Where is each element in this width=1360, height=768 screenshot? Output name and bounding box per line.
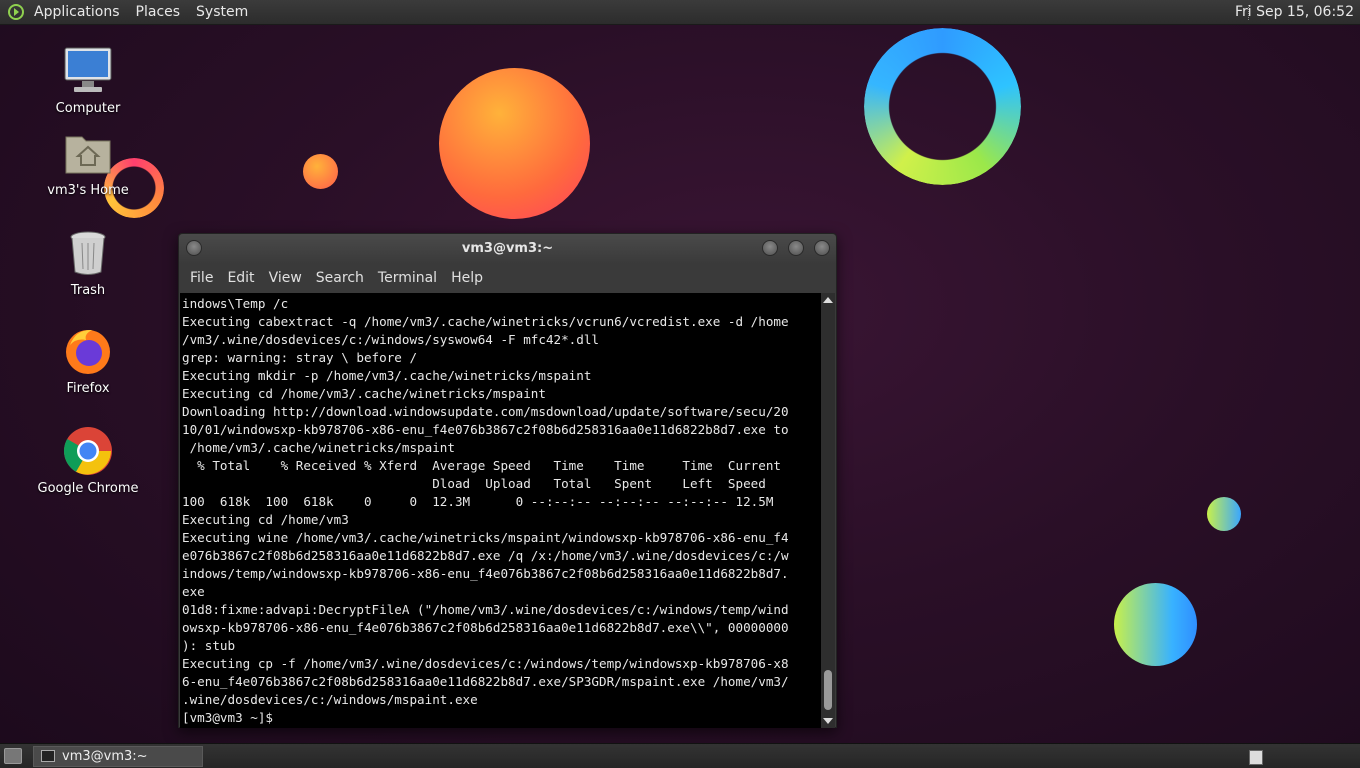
terminal-line: Executing wine /home/vm3/.cache/winetric… [182,530,789,545]
desktop-icon-computer[interactable]: Computer [33,45,143,116]
terminal-line: Executing cabextract -q /home/vm3/.cache… [182,314,789,329]
show-desktop-icon[interactable] [4,748,22,764]
terminal-line: Executing mkdir -p /home/vm3/.cache/wine… [182,368,592,383]
terminal-line: grep: warning: stray \ before / [182,350,418,365]
terminal-output[interactable]: indows\Temp /c Executing cabextract -q /h… [180,293,822,728]
desktop-icon-label: Firefox [66,381,110,396]
minimize-button[interactable] [762,240,778,256]
window-titlebar[interactable]: vm3@vm3:~ [179,234,836,264]
computer-icon [62,45,114,97]
terminal-line: /vm3/.wine/dosdevices/c:/windows/syswow6… [182,332,600,347]
terminal-line: Downloading http://download.windowsupdat… [182,404,789,419]
desktop-icon-chrome[interactable]: Google Chrome [33,425,143,496]
terminal-line: % Total % Received % Xferd Average Speed… [182,458,781,473]
places-menu[interactable]: Places [128,0,189,25]
terminal-line: 10/01/windowsxp-kb978706-x86-enu_f4e076b… [182,422,789,437]
scroll-up-arrow-icon[interactable] [823,297,833,303]
desktop-icon-label: vm3's Home [47,183,129,198]
bottom-panel: vm3@vm3:~ [0,743,1360,768]
terminal-line: Executing cd /home/vm3/.cache/winetricks… [182,386,546,401]
terminal-line: [vm3@vm3 ~]$ [182,710,281,725]
workspace-switcher[interactable] [1249,750,1263,765]
menu-view[interactable]: View [262,270,309,286]
terminal-line: e076b3867c2f08b6d258316aa0e11d6822b8d7.e… [182,548,789,563]
terminal-line: /home/vm3/.cache/winetricks/mspaint [182,440,455,455]
terminal-line: exe [182,584,205,599]
terminal-icon [41,750,55,762]
terminal-line: owsxp-kb978706-x86-enu_f4e076b3867c2f08b… [182,620,789,635]
clock[interactable]: Fri Sep 15, 06:52 [1235,0,1354,25]
wallpaper-orange-circle [439,68,590,219]
terminal-line: ): stub [182,638,236,653]
window-title: vm3@vm3:~ [461,241,554,256]
terminal-line: indows/temp/windowsxp-kb978706-x86-enu_f… [182,566,789,581]
wallpaper-green-blue-dot [1207,497,1241,531]
home-folder-icon [62,127,114,179]
wallpaper-small-orange-dot [303,154,338,189]
desktop-icon-label: Trash [70,283,106,298]
desktop-icon-label: Computer [55,101,121,116]
applications-menu[interactable]: Applications [26,0,128,25]
close-button[interactable] [814,240,830,256]
window-menubar: File Edit View Search Terminal Help [179,264,836,292]
desktop-icon-firefox[interactable]: Firefox [33,325,143,396]
terminal-line: Dload Upload Total Spent Left Speed [182,476,766,491]
terminal-line: Executing cp -f /home/vm3/.wine/dosdevic… [182,656,789,671]
terminal-line: Executing cd /home/vm3 [182,512,349,527]
menu-edit[interactable]: Edit [220,270,261,286]
system-menu[interactable]: System [188,0,256,25]
terminal-window[interactable]: vm3@vm3:~ File Edit View Search Terminal… [178,233,837,728]
wallpaper-green-blue-circle [1114,583,1197,666]
menu-search[interactable]: Search [309,270,371,286]
terminal-line: .wine/dosdevices/c:/windows/mspaint.exe [182,692,478,707]
terminal-scrollbar[interactable] [821,293,835,728]
desktop-icon-trash[interactable]: Trash [33,227,143,298]
taskbar-terminal-button[interactable]: vm3@vm3:~ [33,746,203,767]
firefox-icon [62,325,114,377]
trash-icon [62,227,114,279]
desktop-icon-home[interactable]: vm3's Home [33,127,143,198]
terminal-line: 01d8:fixme:advapi:DecryptFileA ("/home/v… [182,602,789,617]
window-menu-button[interactable] [186,240,202,256]
scrollbar-thumb[interactable] [824,670,832,710]
wallpaper-ring-large [864,28,1021,185]
menu-file[interactable]: File [183,270,220,286]
task-label: vm3@vm3:~ [62,749,148,764]
top-panel: Applications Places System Fri Sep 15, 0… [0,0,1360,25]
terminal-line: 100 618k 100 618k 0 0 12.3M 0 --:--:-- -… [182,494,774,509]
terminal-line: 6-enu_f4e076b3867c2f08b6d258316aa0e11d68… [182,674,789,689]
terminal-line: indows\Temp /c [182,296,289,311]
menu-terminal[interactable]: Terminal [371,270,444,286]
chrome-icon [62,425,114,477]
desktop-icon-label: Google Chrome [37,481,139,496]
scroll-down-arrow-icon[interactable] [823,718,833,724]
distro-logo-icon[interactable] [6,2,26,22]
menu-help[interactable]: Help [444,270,490,286]
maximize-button[interactable] [788,240,804,256]
